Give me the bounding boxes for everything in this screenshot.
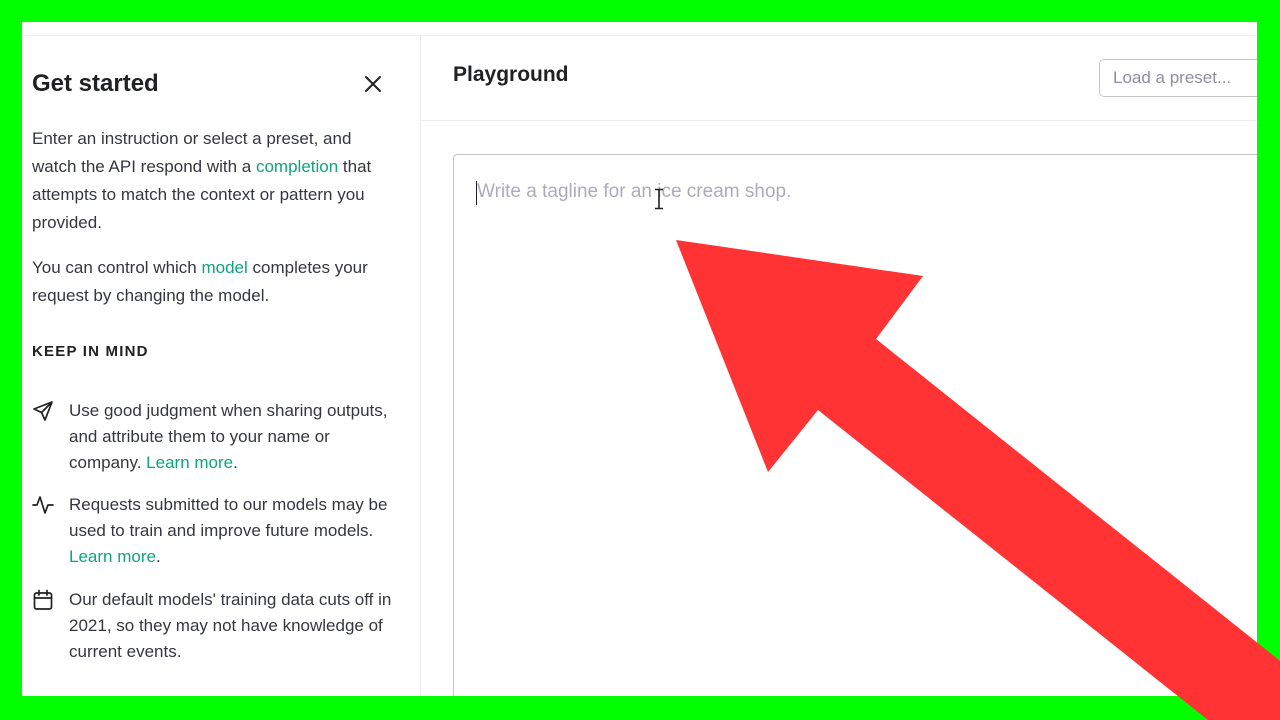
activity-icon bbox=[32, 496, 54, 514]
prompt-textarea[interactable]: Write a tagline for an ice cream shop. bbox=[453, 154, 1257, 696]
completion-link[interactable]: completion bbox=[256, 157, 338, 176]
tip-text: Our default models' training data cuts o… bbox=[69, 590, 392, 661]
get-started-panel: Get started Enter an instruction or sele… bbox=[22, 36, 421, 696]
tip-text: Use good judgment when sharing outputs, … bbox=[69, 401, 388, 472]
learn-more-link[interactable]: Learn more bbox=[69, 547, 156, 566]
app-window: Get started Enter an instruction or sele… bbox=[22, 22, 1257, 696]
keep-in-mind-heading: KEEP IN MIND bbox=[32, 343, 149, 360]
load-preset-select[interactable]: Load a preset... bbox=[1099, 59, 1257, 97]
learn-more-link[interactable]: Learn more bbox=[146, 453, 233, 472]
tip-text: Requests submitted to our models may be … bbox=[69, 495, 388, 566]
close-icon bbox=[365, 76, 381, 92]
close-button[interactable] bbox=[360, 71, 386, 97]
model-text: You can control which model completes yo… bbox=[32, 258, 368, 305]
model-link[interactable]: model bbox=[201, 258, 247, 277]
header-divider bbox=[421, 120, 1257, 121]
send-icon bbox=[33, 401, 53, 421]
playground-main: Playground Load a preset... Write a tagl… bbox=[421, 36, 1257, 696]
panel-title: Get started bbox=[32, 70, 159, 97]
ibeam-cursor-icon bbox=[655, 188, 663, 210]
intro-text: Enter an instruction or select a preset,… bbox=[32, 129, 372, 232]
calendar-icon bbox=[33, 589, 53, 610]
page-title: Playground bbox=[453, 63, 569, 86]
prompt-placeholder: Write a tagline for an ice cream shop. bbox=[477, 181, 792, 202]
